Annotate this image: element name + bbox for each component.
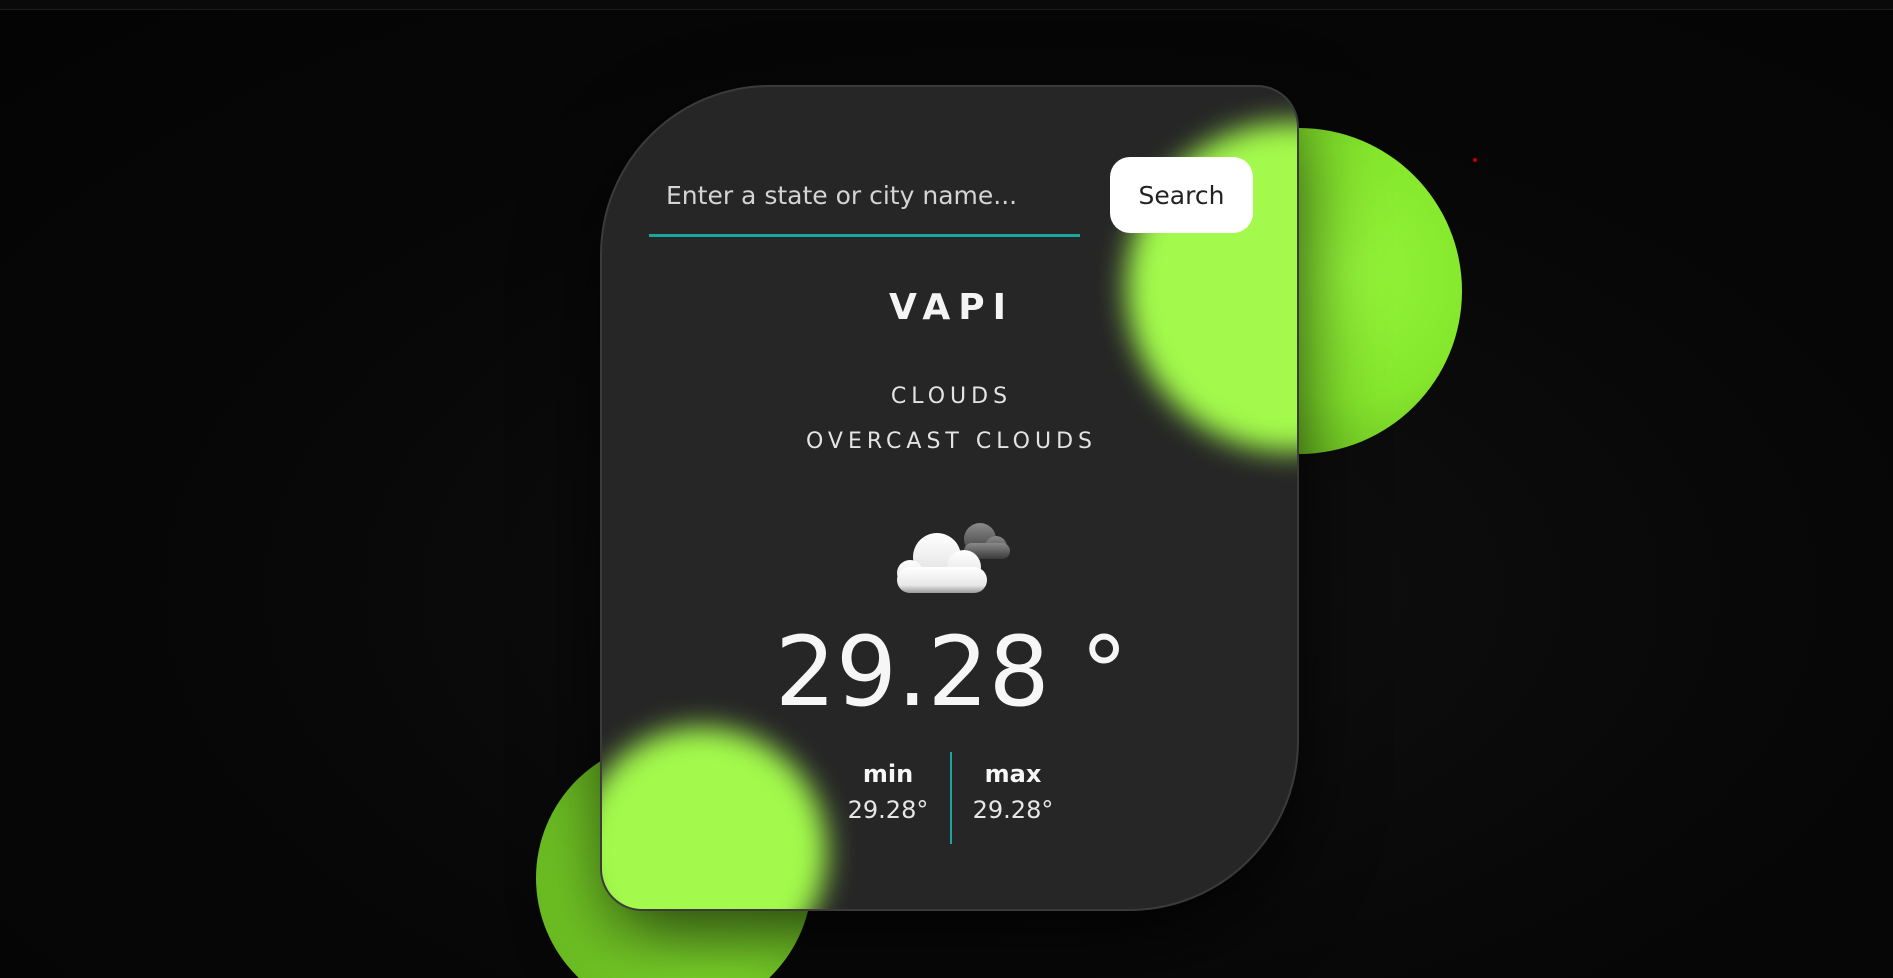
card-glow [602,727,827,909]
min-label: min [862,760,914,788]
search-button[interactable]: Search [1110,157,1253,233]
city-name: VAPI [888,287,1015,328]
max-temperature: max 29.28° [963,752,1063,828]
min-max-section: min 29.28° max 29.28° [848,752,1053,844]
min-temperature: min 29.28° [838,752,938,828]
min-value: 29.28° [847,796,929,824]
search-form: Search [649,157,1254,237]
temperature-value: 29.28 ° [774,616,1129,728]
page-background: Search VAPI CLOUDS OVERCAST CLOUDS [0,10,1893,978]
weather-description: OVERCAST CLOUDS [805,429,1098,454]
min-max-divider [950,752,952,844]
cursor-dot [1473,158,1477,162]
clouds-icon [882,507,1022,607]
max-label: max [984,760,1042,788]
weather-card: Search VAPI CLOUDS OVERCAST CLOUDS [600,85,1299,911]
max-value: 29.28° [972,796,1054,824]
city-search-input[interactable] [649,157,1080,237]
top-bar [0,0,1893,10]
weather-condition: CLOUDS [890,384,1013,409]
